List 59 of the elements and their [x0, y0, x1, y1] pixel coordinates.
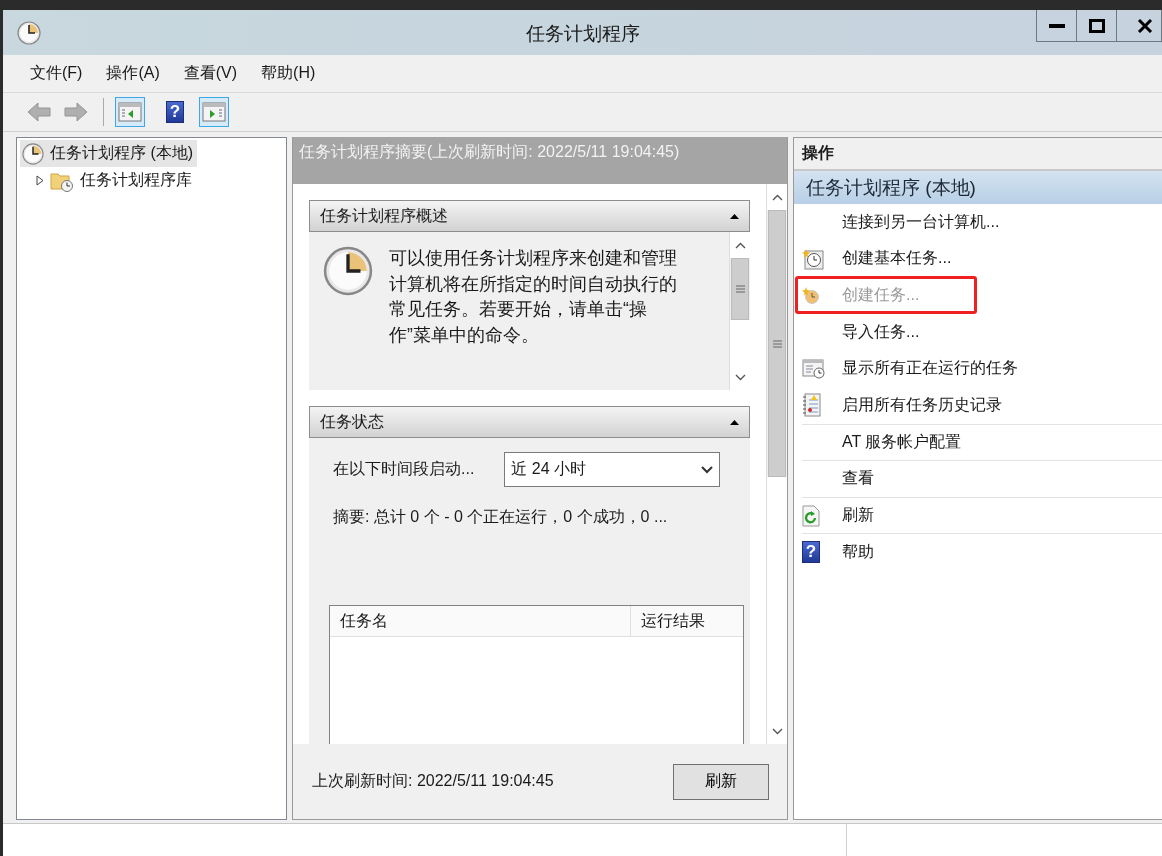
- action-item[interactable]: 查看: [842, 468, 874, 490]
- menu-item[interactable]: 查看(V): [171, 63, 250, 84]
- task-list-icon: [802, 357, 826, 380]
- scrollbar[interactable]: [766, 184, 787, 744]
- close-icon: [1137, 18, 1153, 33]
- clock-icon: [22, 142, 44, 165]
- chevron-down-icon: [701, 465, 714, 474]
- scroll-up-icon[interactable]: [734, 241, 746, 249]
- action-item[interactable]: 连接到另一台计算机...: [842, 211, 1000, 233]
- minimize-button[interactable]: [1036, 10, 1077, 42]
- section-header[interactable]: 任务计划程序概述: [309, 200, 750, 232]
- maximize-icon: [1088, 18, 1105, 33]
- tree-item[interactable]: 任务计划程序 (本地): [20, 140, 198, 167]
- grip-icon: [772, 339, 782, 348]
- pane-header: 任务计划程序摘要(上次刷新时间: 2022/5/11 19:04:45): [293, 137, 787, 184]
- description-text: 可以使用任务计划程序来创建和管理计算机将在所指定的时间自动执行的常见任务。若要开始，请单击“操作”菜单中的命令。: [389, 247, 678, 347]
- last-refresh-text: 上次刷新时间: 2022/5/11 19:04:45: [312, 771, 554, 791]
- expand-icon[interactable]: [36, 175, 44, 186]
- column-header[interactable]: 运行结果: [631, 606, 743, 636]
- clock-icon: [802, 286, 820, 305]
- section-title: 任务状态: [320, 411, 384, 432]
- clock-icon: [802, 247, 824, 270]
- scroll-down-icon[interactable]: [771, 727, 783, 735]
- pane-header: 操作: [794, 138, 1162, 171]
- pane-left-icon[interactable]: [118, 101, 142, 123]
- tree-item[interactable]: 任务计划程序库: [34, 167, 196, 194]
- action-item[interactable]: 创建基本任务...: [842, 248, 952, 270]
- scroll-up-icon[interactable]: [771, 193, 783, 201]
- action-item[interactable]: 帮助: [842, 541, 874, 563]
- section-header[interactable]: 任务状态: [309, 406, 750, 438]
- action-item[interactable]: 导入任务...: [842, 321, 920, 343]
- grip-icon: [735, 285, 745, 293]
- clock-icon: [323, 246, 373, 296]
- help-icon: ?: [802, 541, 820, 564]
- refresh-button[interactable]: 刷新: [673, 763, 769, 800]
- action-item[interactable]: 启用所有任务历史记录: [842, 394, 1002, 416]
- action-item[interactable]: 刷新: [842, 505, 874, 527]
- refresh-icon: [802, 504, 820, 527]
- minimize-icon: [1048, 23, 1065, 28]
- help-icon[interactable]: ?: [166, 101, 184, 123]
- scroll-down-icon[interactable]: [734, 373, 746, 381]
- summary-text: 摘要: 总计 0 个 - 0 个正在运行，0 个成功，0 ...: [333, 507, 669, 527]
- period-dropdown[interactable]: 近 24 小时: [504, 452, 721, 487]
- close-button[interactable]: [1116, 10, 1162, 42]
- clock-icon: [17, 20, 41, 45]
- notebook-icon: [802, 393, 822, 418]
- column-header[interactable]: 任务名: [330, 606, 631, 636]
- menu-item[interactable]: 文件(F): [18, 63, 95, 84]
- menu-item[interactable]: 操作(A): [94, 63, 172, 84]
- action-group-header[interactable]: 任务计划程序 (本地): [794, 171, 1162, 204]
- period-label: 在以下时间段启动...: [333, 459, 475, 479]
- section-title: 任务计划程序概述: [320, 205, 448, 226]
- collapse-icon[interactable]: [730, 213, 739, 219]
- menu-item[interactable]: 帮助(H): [249, 63, 328, 84]
- window-title: 任务计划程序: [525, 22, 640, 46]
- action-item[interactable]: 显示所有正在运行的任务: [842, 358, 1018, 380]
- pane-right-icon[interactable]: [202, 101, 226, 123]
- action-item[interactable]: AT 服务帐户配置: [842, 431, 962, 453]
- collapse-icon[interactable]: [730, 419, 739, 425]
